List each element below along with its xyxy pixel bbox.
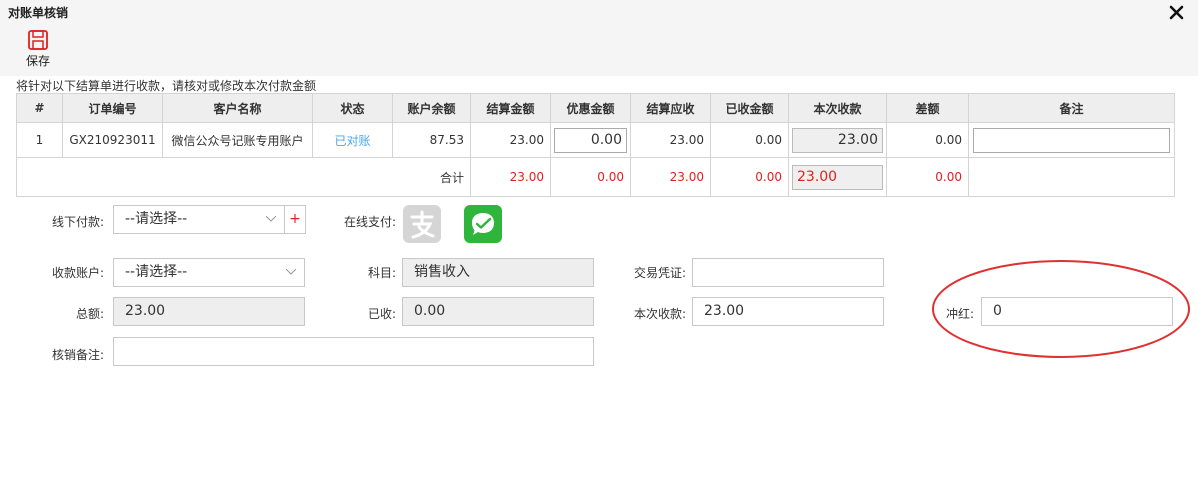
offline-pay-value: --请选择--: [125, 211, 188, 227]
subject-field: 销售收入: [402, 258, 594, 287]
add-payment-button[interactable]: +: [284, 205, 306, 234]
col-header-this-payment: 本次收款: [788, 93, 887, 123]
voucher-label: 交易凭证:: [633, 266, 686, 280]
alipay-button[interactable]: [403, 205, 441, 243]
save-button-label: 保存: [25, 54, 50, 68]
reverse-label: 冲红:: [945, 307, 974, 321]
total-amount-label: 总额:: [75, 307, 104, 321]
total-receivable: 23.00: [630, 157, 711, 197]
this-payment-input[interactable]: [792, 127, 883, 153]
col-header-receivable: 结算应收: [630, 93, 711, 123]
total-this-payment-cell: [788, 157, 887, 197]
col-header-difference: 差额: [886, 93, 969, 123]
chevron-down-icon: [266, 216, 276, 222]
row-order-no: GX210923011: [62, 122, 163, 158]
row-received: 0.00: [710, 122, 789, 158]
offline-pay-label: 线下付款:: [51, 215, 104, 229]
col-header-remark: 备注: [968, 93, 1175, 123]
total-discount: 0.00: [550, 157, 631, 197]
account-label: 收款账户:: [51, 266, 104, 280]
wechat-pay-icon: [472, 213, 494, 235]
row-customer: 微信公众号记账专用账户: [162, 122, 313, 158]
col-header-received: 已收金额: [710, 93, 789, 123]
total-settle-amount: 23.00: [470, 157, 551, 197]
row-difference: 0.00: [886, 122, 969, 158]
row-status-link[interactable]: 已对账: [312, 122, 393, 158]
total-difference: 0.00: [886, 157, 969, 197]
settle-remark-input[interactable]: [113, 337, 594, 366]
wechat-pay-button[interactable]: [464, 205, 502, 243]
row-discount-cell: [550, 122, 631, 158]
col-header-order-no: 订单编号: [62, 93, 163, 123]
title-bar: [0, 0, 1198, 76]
received-label: 已收:: [367, 307, 396, 321]
settlement-table: # 订单编号 客户名称 状态 账户余额 结算金额 优惠金额 结算应收 已收金额 …: [16, 93, 1175, 197]
col-header-index: #: [16, 93, 63, 123]
total-label: 合计: [16, 157, 471, 197]
close-button[interactable]: [1166, 0, 1188, 24]
total-row: 合计 23.00 0.00 23.00 0.00 0.00: [16, 157, 1175, 197]
reverse-input[interactable]: 0: [981, 297, 1173, 326]
col-header-status: 状态: [312, 93, 393, 123]
chevron-down-icon: [286, 269, 296, 275]
account-value: --请选择--: [125, 264, 188, 280]
row-remark-input[interactable]: [973, 127, 1170, 153]
col-header-discount: 优惠金额: [550, 93, 631, 123]
received-field: 0.00: [402, 297, 594, 326]
total-this-payment-field: [792, 164, 883, 190]
total-amount-field: 23.00: [113, 297, 305, 326]
settle-remark-label: 核销备注:: [51, 348, 104, 362]
row-remark-cell: [968, 122, 1175, 158]
save-icon: [28, 30, 48, 50]
subject-label: 科目:: [367, 266, 396, 280]
total-received: 0.00: [710, 157, 789, 197]
account-select[interactable]: --请选择--: [113, 258, 305, 287]
row-receivable: 23.00: [630, 122, 711, 158]
voucher-input[interactable]: [692, 258, 884, 287]
alipay-icon: [410, 210, 435, 239]
total-remark-empty: [968, 157, 1175, 197]
this-payment-label: 本次收款:: [633, 307, 686, 321]
close-icon: [1169, 5, 1184, 20]
row-balance: 87.53: [392, 122, 471, 158]
col-header-customer: 客户名称: [162, 93, 313, 123]
dialog-title: 对账单核销: [8, 6, 69, 20]
this-payment-field[interactable]: 23.00: [692, 297, 884, 326]
table-header-row: # 订单编号 客户名称 状态 账户余额 结算金额 优惠金额 结算应收 已收金额 …: [16, 93, 1175, 123]
instruction-text: 将针对以下结算单进行收款，请核对或修改本次付款金额: [16, 79, 317, 93]
col-header-balance: 账户余额: [392, 93, 471, 123]
discount-input[interactable]: [554, 127, 627, 153]
row-this-payment-cell: [788, 122, 887, 158]
table-row: 1 GX210923011 微信公众号记账专用账户 已对账 87.53 23.0…: [16, 122, 1175, 158]
save-button[interactable]: 保存: [18, 29, 58, 73]
offline-pay-select[interactable]: --请选择--: [113, 205, 285, 234]
online-pay-label: 在线支付:: [343, 215, 396, 229]
row-settle-amount: 23.00: [470, 122, 551, 158]
row-index: 1: [16, 122, 63, 158]
col-header-settle-amount: 结算金额: [470, 93, 551, 123]
